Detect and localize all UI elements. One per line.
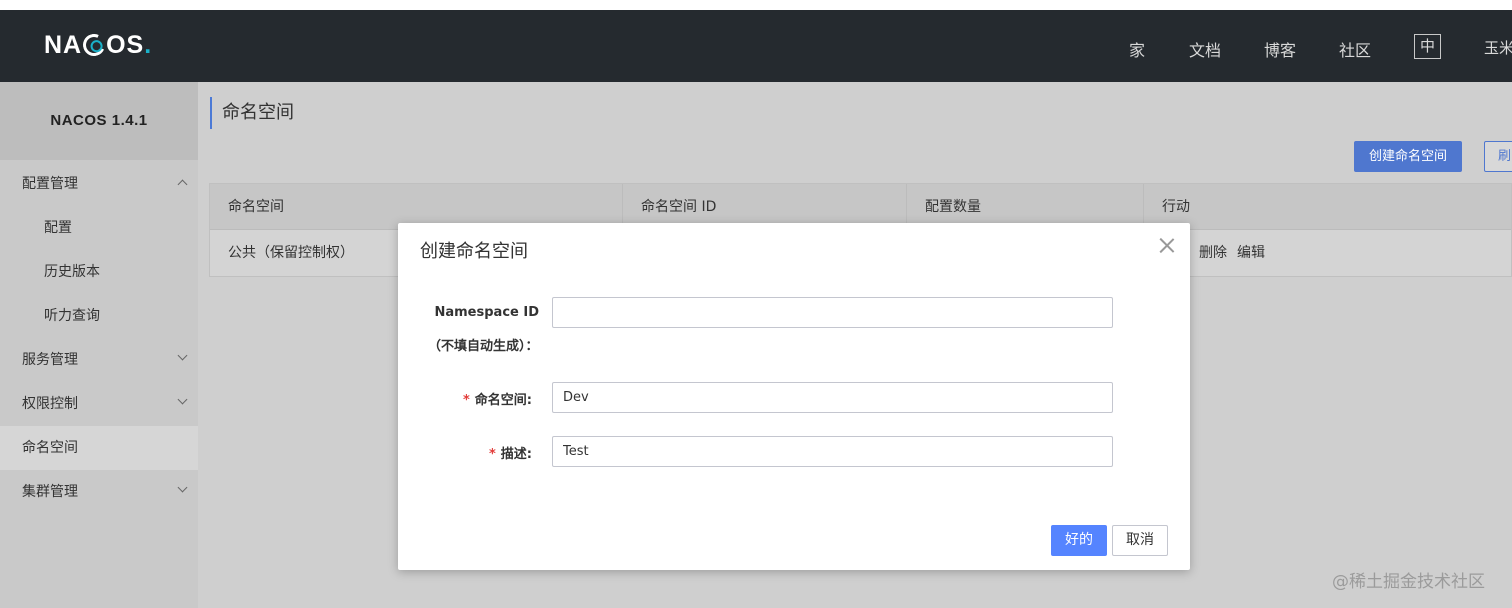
- close-icon[interactable]: [1159, 237, 1175, 253]
- top-header: NA OS. 家 文档 博客 社区 中 玉米: [0, 10, 1512, 82]
- create-namespace-dialog: 创建命名空间 Namespace ID （不填自动生成）： * 命名空间: * 描述…: [398, 223, 1190, 570]
- chevron-up-icon: [177, 179, 188, 190]
- logo-text-right: OS: [106, 30, 145, 59]
- sidebar-item-listener-query[interactable]: 听力查询: [0, 294, 198, 338]
- sidebar-item-config-management[interactable]: 配置管理: [0, 162, 198, 206]
- sidebar-item-access-control[interactable]: 权限控制: [0, 382, 198, 426]
- page-title: 命名空间: [210, 97, 294, 129]
- ok-button[interactable]: 好的: [1051, 525, 1107, 556]
- sidebar-item-history[interactable]: 历史版本: [0, 250, 198, 294]
- sidebar-item-label: 听力查询: [44, 308, 100, 324]
- sidebar-item-service-management[interactable]: 服务管理: [0, 338, 198, 382]
- watermark-text: @稀土掘金技术社区: [1332, 572, 1485, 592]
- nav-home[interactable]: 家: [1129, 37, 1145, 61]
- description-label: * 描述:: [489, 443, 532, 462]
- namespace-id-input[interactable]: [552, 297, 1113, 328]
- namespace-id-label: Namespace ID: [434, 305, 539, 320]
- top-strip: [0, 0, 1512, 10]
- delete-link[interactable]: 删除: [1199, 230, 1227, 276]
- sidebar-item-label: 历史版本: [44, 264, 100, 280]
- sidebar-item-namespace[interactable]: 命名空间: [0, 426, 198, 470]
- refresh-button[interactable]: 刷: [1484, 141, 1512, 172]
- sidebar-version-title: NACOS 1.4.1: [0, 82, 198, 160]
- nav-community[interactable]: 社区: [1339, 37, 1371, 61]
- sidebar-item-cluster-management[interactable]: 集群管理: [0, 470, 198, 514]
- create-namespace-button[interactable]: 创建命名空间: [1354, 141, 1462, 172]
- sidebar-item-label: 权限控制: [22, 396, 78, 412]
- description-input[interactable]: [552, 436, 1113, 467]
- dialog-title: 创建命名空间: [420, 241, 528, 262]
- sidebar-item-label: 集群管理: [22, 484, 78, 500]
- required-mark: *: [462, 393, 470, 408]
- nav-docs[interactable]: 文档: [1189, 37, 1221, 61]
- required-mark: *: [488, 447, 496, 462]
- edit-link[interactable]: 编辑: [1237, 230, 1265, 276]
- logo-dot: .: [144, 30, 153, 59]
- namespace-name-label: * 命名空间:: [463, 389, 532, 408]
- language-switch-button[interactable]: 中: [1414, 34, 1441, 59]
- namespace-id-hint: （不填自动生成）：: [428, 339, 539, 354]
- logo-c-icon: [80, 30, 109, 60]
- cancel-button[interactable]: 取消: [1112, 525, 1168, 556]
- logo-text-left: NA: [44, 30, 83, 59]
- table-cell-namespace-name: 公共（保留控制权）: [228, 245, 354, 261]
- sidebar-item-label: 配置管理: [22, 176, 78, 192]
- column-header-actions: 行动: [1162, 199, 1190, 215]
- sidebar-item-config[interactable]: 配置: [0, 206, 198, 250]
- sidebar: NACOS 1.4.1 配置管理 配置 历史版本 听力查询 服务管理 权限控制 …: [0, 82, 198, 608]
- chevron-down-icon: [177, 394, 188, 405]
- sidebar-item-label: 配置: [44, 220, 72, 236]
- chevron-down-icon: [177, 482, 188, 493]
- description-label-text: 描述:: [500, 447, 532, 462]
- namespace-name-label-text: 命名空间:: [474, 393, 532, 408]
- user-menu[interactable]: 玉米: [1484, 37, 1512, 58]
- nav-blog[interactable]: 博客: [1264, 37, 1296, 61]
- namespace-name-input[interactable]: [552, 382, 1113, 413]
- nacos-logo[interactable]: NA OS.: [44, 30, 152, 60]
- sidebar-item-label: 服务管理: [22, 352, 78, 368]
- sidebar-item-label: 命名空间: [22, 440, 78, 456]
- chevron-down-icon: [177, 350, 188, 361]
